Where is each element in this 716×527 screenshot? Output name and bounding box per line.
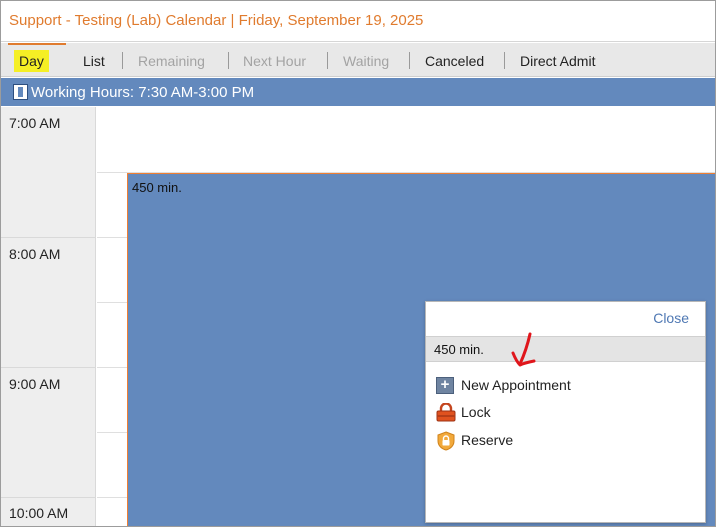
menu-item-label: Lock: [461, 404, 491, 420]
tab-canceled[interactable]: Canceled: [425, 53, 484, 69]
tab-separator: [327, 52, 328, 69]
tab-remaining[interactable]: Remaining: [138, 53, 205, 69]
annotation-arrow-icon: [511, 332, 536, 367]
hour-divider: [1, 367, 96, 368]
tab-list[interactable]: List: [83, 53, 105, 69]
time-label-9am: 9:00 AM: [9, 376, 61, 392]
tab-next-hour[interactable]: Next Hour: [243, 53, 306, 69]
lock-item[interactable]: Lock: [436, 401, 686, 423]
new-appointment-item[interactable]: + New Appointment: [436, 374, 686, 396]
page-title: Support - Testing (Lab) Calendar | Frida…: [9, 12, 424, 29]
menu-item-label: Reserve: [461, 432, 514, 448]
view-tabs: Day List Remaining Next Hour Waiting Can…: [1, 43, 715, 77]
close-button[interactable]: Close: [653, 310, 689, 326]
tab-direct-admit[interactable]: Direct Admit: [520, 53, 595, 69]
title-bar: Support - Testing (Lab) Calendar | Frida…: [1, 1, 715, 42]
info-square-icon: [13, 84, 28, 100]
working-hours-bar: Working Hours: 7:30 AM-3:00 PM: [1, 78, 715, 106]
reserve-shield-icon: [437, 431, 455, 451]
tab-separator: [504, 52, 505, 69]
block-duration-label: 450 min.: [132, 180, 182, 195]
hour-divider: [1, 497, 96, 498]
time-label-8am: 8:00 AM: [9, 246, 61, 262]
time-label-10am: 10:00 AM: [9, 505, 69, 521]
tab-separator: [228, 52, 229, 69]
hour-divider: [1, 237, 96, 238]
tab-day[interactable]: Day: [14, 50, 49, 72]
plus-icon: +: [436, 377, 454, 394]
popup-duration-label: 450 min.: [434, 342, 484, 357]
time-column: 7:00 AM 8:00 AM 9:00 AM 10:00 AM: [1, 107, 96, 526]
calendar-window: Support - Testing (Lab) Calendar | Frida…: [0, 0, 716, 527]
time-label-7am: 7:00 AM: [9, 115, 61, 131]
tab-separator: [122, 52, 123, 69]
menu-item-label: New Appointment: [461, 377, 571, 393]
lock-icon: [436, 403, 456, 422]
tab-waiting[interactable]: Waiting: [343, 53, 389, 69]
slot-action-popup: Close 450 min. + New Appointment Lock Re…: [425, 301, 706, 523]
popup-duration-header: 450 min.: [426, 336, 705, 362]
reserve-item[interactable]: Reserve: [436, 429, 686, 451]
working-hours-label: Working Hours: 7:30 AM-3:00 PM: [31, 84, 255, 101]
tab-separator: [409, 52, 410, 69]
active-tab-indicator: [8, 43, 66, 45]
